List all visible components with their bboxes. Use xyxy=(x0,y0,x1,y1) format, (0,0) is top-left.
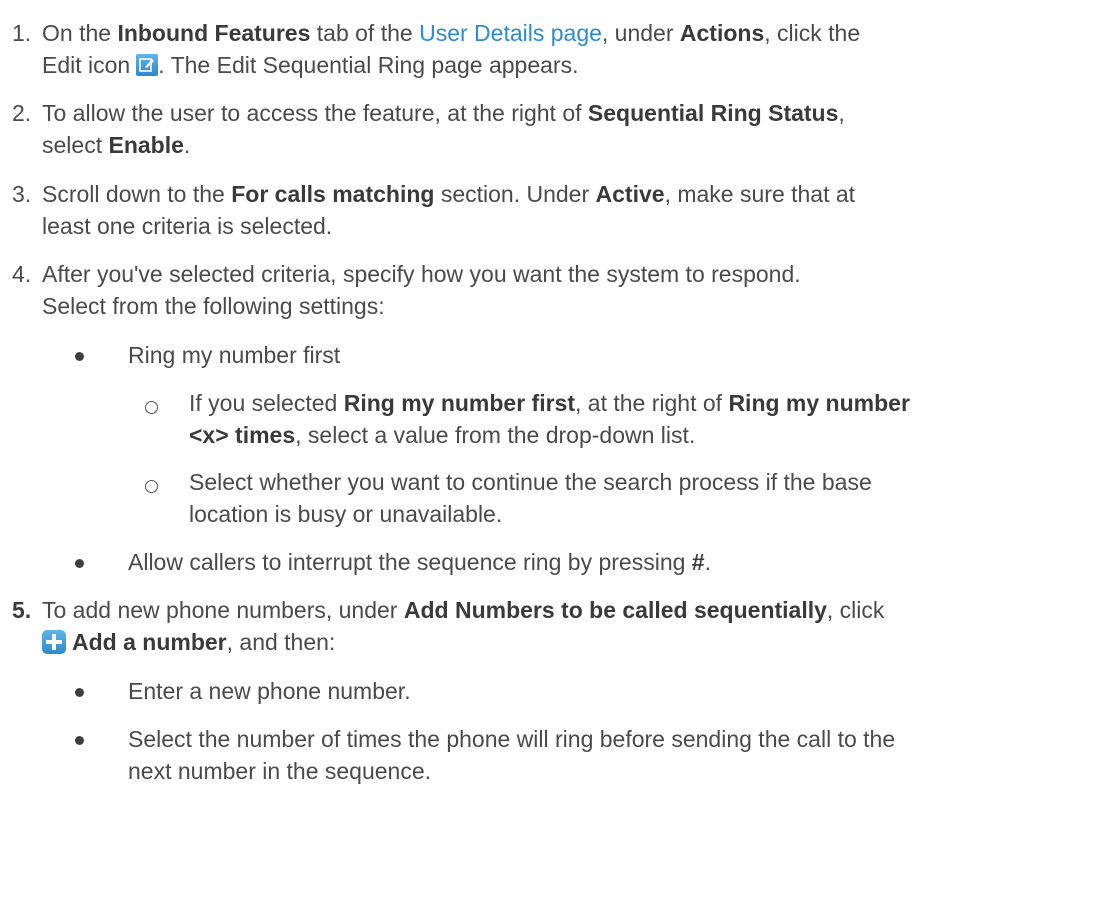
step-3-number: 3. xyxy=(12,181,32,207)
sub-bullet-1-line-2: <x> times, select a value from the drop-… xyxy=(189,422,696,448)
step-3-line-2: least one criteria is selected. xyxy=(42,213,333,239)
bullet-marker xyxy=(75,352,84,361)
bullet-marker xyxy=(75,736,84,745)
step-2-line-1: To allow the user to access the feature,… xyxy=(42,100,845,126)
step-4-line-2: Select from the following settings: xyxy=(42,293,385,319)
step-5-line-2: Add a number, and then: xyxy=(42,626,335,658)
add-icon xyxy=(42,630,66,654)
step-4-number: 4. xyxy=(12,261,32,287)
bullet-ring-count-line-2: next number in the sequence. xyxy=(128,758,432,784)
bullet-ring-my-number-first: Ring my number first xyxy=(128,342,341,368)
step-3-line-1: Scroll down to the For calls matching se… xyxy=(42,181,856,207)
bullet-interrupt-sequence: Allow callers to interrupt the sequence … xyxy=(128,549,711,575)
sub-bullet-marker xyxy=(145,480,158,493)
sub-bullet-marker xyxy=(145,401,158,414)
sub-bullet-1-line-1: If you selected Ring my number first, at… xyxy=(189,390,910,416)
sub-bullet-2-line-2: location is busy or unavailable. xyxy=(189,501,503,527)
edit-icon xyxy=(136,54,159,76)
step-1-line-1: On the Inbound Features tab of the User … xyxy=(42,20,861,46)
step-2-line-2: select Enable. xyxy=(42,132,191,158)
step-5-line-1: To add new phone numbers, under Add Numb… xyxy=(42,597,885,623)
bullet-ring-count-line-1: Select the number of times the phone wil… xyxy=(128,726,896,752)
bullet-marker xyxy=(75,688,84,697)
step-1-line-2: Edit icon. The Edit Sequential Ring page… xyxy=(42,52,579,78)
bullet-marker xyxy=(75,559,84,568)
document-page: 1. On the Inbound Features tab of the Us… xyxy=(0,0,1114,909)
bullet-enter-phone-number: Enter a new phone number. xyxy=(128,678,411,704)
user-details-page-link[interactable]: User Details page xyxy=(419,20,602,46)
sub-bullet-2-line-1: Select whether you want to continue the … xyxy=(189,469,872,495)
step-4-line-1: After you've selected criteria, specify … xyxy=(42,261,801,287)
step-2-number: 2. xyxy=(12,100,32,126)
step-5-number: 5. xyxy=(12,597,32,623)
step-1-number: 1. xyxy=(12,20,32,46)
